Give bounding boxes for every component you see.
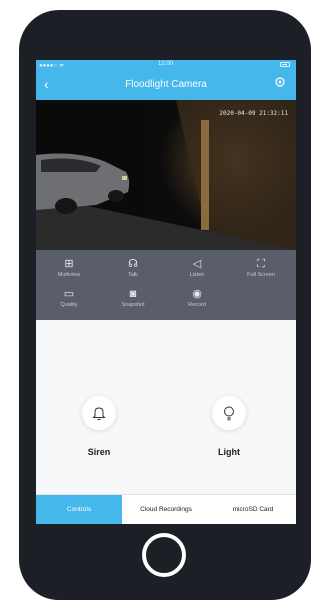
listen-button[interactable]: ◁ Listen — [172, 258, 222, 278]
snapshot-button[interactable]: ◙ Snapshot — [108, 288, 158, 308]
siren-button[interactable] — [82, 396, 116, 430]
video-timestamp: 2020-04-09 21:32:11 — [219, 110, 288, 117]
multiview-label: Multiview — [57, 272, 81, 278]
snapshot-label: Snapshot — [121, 302, 145, 308]
talk-icon: ☊ — [128, 258, 138, 270]
record-label: Record — [188, 302, 206, 308]
live-video-feed[interactable]: 2020-04-09 21:32:11 — [36, 100, 296, 250]
bell-icon — [92, 407, 106, 421]
talk-label: Talk — [128, 272, 138, 278]
battery-icon — [280, 62, 290, 67]
app-header: ‹ Floodlight Camera — [36, 70, 296, 100]
light-label: Light — [218, 447, 240, 457]
bottom-tab-bar: Controls Cloud Recordings microSD Card — [36, 494, 296, 524]
home-button[interactable] — [142, 533, 186, 577]
quality-icon: ▭ — [63, 288, 75, 300]
fullscreen-label: Full Screen — [247, 272, 275, 278]
tab-controls[interactable]: Controls — [36, 495, 122, 524]
camera-scene-image — [36, 100, 296, 250]
tab-microsd-card[interactable]: microSD Card — [210, 495, 296, 524]
status-bar: ●●●●○ ᯤ 12:00 — [36, 60, 296, 70]
actions-area: Siren Light — [36, 320, 296, 494]
multiview-icon: ⊞ — [64, 258, 74, 270]
gear-icon[interactable] — [274, 76, 286, 88]
talk-button[interactable]: ☊ Talk — [108, 258, 158, 278]
speaker-icon: ◁ — [192, 258, 202, 270]
page-title: Floodlight Camera — [125, 79, 207, 90]
lightbulb-icon — [224, 406, 234, 421]
fullscreen-button[interactable]: ⛶ Full Screen — [236, 258, 286, 278]
status-time: 12:00 — [158, 61, 174, 67]
record-button[interactable]: ◉ Record — [172, 288, 222, 308]
app-screen: ●●●●○ ᯤ 12:00 ‹ Floodlight Camera 2020-0… — [36, 60, 296, 524]
fullscreen-icon: ⛶ — [257, 258, 265, 270]
light-button[interactable] — [212, 396, 246, 430]
record-icon: ◉ — [192, 288, 202, 300]
quality-label: Quality — [60, 302, 78, 308]
listen-label: Listen — [189, 272, 205, 278]
quality-button[interactable]: ▭ Quality — [44, 288, 94, 308]
carrier-signal: ●●●●○ ᯤ — [39, 63, 65, 69]
multiview-button[interactable]: ⊞ Multiview — [44, 258, 94, 278]
siren-label: Siren — [87, 447, 111, 457]
camera-controls-panel: ⊞ Multiview ☊ Talk ◁ Listen ⛶ Full Scree… — [36, 250, 296, 320]
snapshot-icon: ◙ — [129, 288, 137, 300]
tab-cloud-recordings[interactable]: Cloud Recordings — [122, 495, 210, 524]
